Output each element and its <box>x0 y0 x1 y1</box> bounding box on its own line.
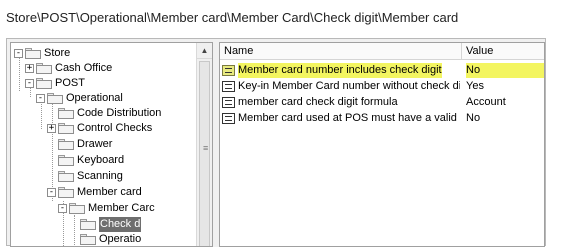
list-row[interactable]: Member card number includes check digit … <box>220 63 544 78</box>
folder-icon <box>58 123 74 134</box>
collapse-toggle[interactable]: - <box>36 94 45 103</box>
folder-icon <box>69 203 85 214</box>
tree-node-label: Store <box>44 47 71 59</box>
collapse-toggle[interactable]: - <box>58 204 67 213</box>
tree-node-keyboard[interactable]: Keyboard <box>47 153 124 168</box>
tree-node-code-distribution[interactable]: Code Distribution <box>47 106 161 121</box>
tree-node-control-checks[interactable]: + Control Checks <box>47 121 152 136</box>
folder-icon <box>58 108 74 119</box>
list-row[interactable]: member card check digit formula Account <box>220 95 544 110</box>
folder-icon <box>36 63 52 74</box>
tree-node-label: Keyboard <box>77 154 125 166</box>
tree-node-label: POST <box>55 77 85 89</box>
tree-node-label: Member card <box>77 186 142 198</box>
scroll-up-icon[interactable]: ▲ <box>197 43 212 59</box>
column-header-name[interactable]: Name <box>220 43 462 59</box>
setting-value: No <box>466 112 481 124</box>
setting-icon <box>222 97 235 108</box>
tree-node-operational[interactable]: - Operational <box>36 91 123 106</box>
tree-node-label: Code Distribution <box>77 107 162 119</box>
breadcrumb: Store\POST\Operational\Member card\Membe… <box>0 0 569 36</box>
setting-name: Key-in Member Card number without check … <box>238 80 460 92</box>
column-header-value[interactable]: Value <box>462 43 544 59</box>
setting-value: No <box>466 63 544 78</box>
folder-icon <box>58 155 74 166</box>
tree-node-member-card-sub[interactable]: - Member Carc <box>58 201 155 216</box>
setting-name: member card check digit formula <box>238 96 398 108</box>
settings-list[interactable]: Name Value Member card number includes c… <box>219 42 545 247</box>
list-row[interactable]: Member card used at POS must have a vali… <box>220 111 544 126</box>
folder-icon <box>36 78 52 89</box>
setting-value: Yes <box>466 80 484 92</box>
folder-icon <box>47 93 63 104</box>
window-edge <box>546 38 569 246</box>
grip-icon: ≡ <box>203 143 209 153</box>
setting-name: Member card number includes check digit <box>238 63 442 78</box>
tree-node-label: Operational <box>66 92 123 104</box>
tree-node-cash-office[interactable]: + Cash Office <box>25 61 112 76</box>
tree-node-check-digit[interactable]: Check d <box>69 217 142 232</box>
tree-node-label: Scanning <box>77 170 123 182</box>
scrollbar-thumb[interactable]: ≡ <box>199 61 210 246</box>
tree-node-label: Drawer <box>77 138 113 150</box>
tree-node-label: Check d <box>99 217 142 232</box>
setting-value: Account <box>466 96 506 108</box>
list-row[interactable]: Key-in Member Card number without check … <box>220 79 544 94</box>
collapse-toggle[interactable]: - <box>47 188 56 197</box>
tree-node-label: Operatio <box>99 233 142 245</box>
tree-node-label: Control Checks <box>77 122 153 134</box>
expand-toggle[interactable]: + <box>25 64 34 73</box>
tree-node-operation[interactable]: Operatio <box>69 232 142 246</box>
collapse-toggle[interactable]: - <box>25 79 34 88</box>
folder-icon <box>58 171 74 182</box>
tree-panel[interactable]: - Store + Cash Office - POST - Operation… <box>10 42 213 247</box>
tree-node-drawer[interactable]: Drawer <box>47 137 112 152</box>
expand-toggle[interactable]: + <box>47 124 56 133</box>
setting-icon <box>222 113 235 124</box>
folder-icon <box>80 219 96 230</box>
tree-node-post[interactable]: - POST <box>25 76 85 91</box>
setting-icon <box>222 81 235 92</box>
folder-icon <box>25 48 41 59</box>
tree-node-member-card[interactable]: - Member card <box>47 185 142 200</box>
explorer-frame: - Store + Cash Office - POST - Operation… <box>6 38 546 247</box>
tree-node-label: Member Carc <box>88 202 155 214</box>
tree-node-store[interactable]: - Store <box>14 46 70 61</box>
tree-node-scanning[interactable]: Scanning <box>47 169 123 184</box>
setting-name: Member card used at POS must have a vali… <box>238 112 460 124</box>
list-header: Name Value <box>220 43 544 60</box>
collapse-toggle[interactable]: - <box>14 49 23 58</box>
tree-scrollbar[interactable]: ▲ ≡ <box>196 43 212 246</box>
setting-icon <box>222 65 235 76</box>
folder-icon <box>58 187 74 198</box>
folder-icon <box>80 234 96 245</box>
tree-node-label: Cash Office <box>55 62 113 74</box>
folder-icon <box>58 139 74 150</box>
